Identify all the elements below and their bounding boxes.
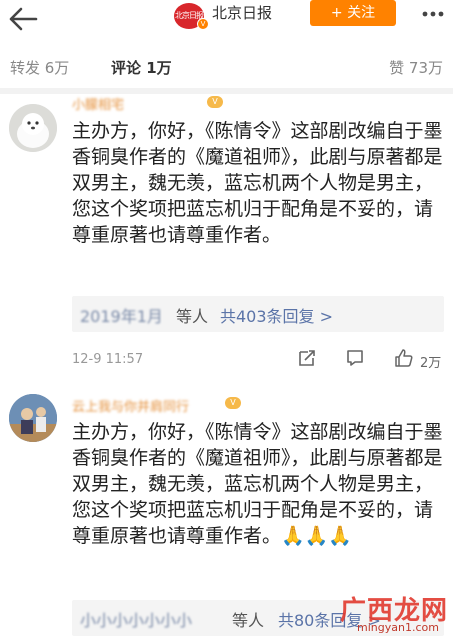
reply-count-link[interactable]: 共403条回复 > [220, 303, 333, 327]
comment-item: 小朦相宅 V 主办方，你好，《陈情令》这部剧改编自于墨香铜臭作者的《魔道祖师》，… [0, 94, 453, 374]
like-count: 2万 [420, 356, 442, 371]
reply-user-names[interactable]: 小小小小小小小 [80, 607, 192, 631]
more-dots-icon [422, 11, 444, 17]
tab-like[interactable]: 赞 73万 [389, 57, 443, 78]
tab-comment[interactable]: 评论 1万 [111, 57, 172, 78]
tab-repost[interactable]: 转发 6万 [10, 57, 69, 78]
comment-tabs: 转发 6万 评论 1万 赞 73万 [0, 44, 453, 89]
reply-user-names[interactable]: 2019年1月 [80, 303, 163, 327]
reply-suffix: 等人 [232, 611, 265, 630]
comment-text: 主办方，你好，《陈情令》这部剧改编自于墨香铜臭作者的《魔道祖师》，此剧与原著都是… [72, 421, 443, 547]
share-icon[interactable] [297, 348, 317, 368]
medal-badge-icon: V [207, 96, 223, 108]
more-button[interactable] [416, 0, 450, 30]
comment-username[interactable]: 云上我与你并肩同行 [72, 396, 189, 415]
medal-badge-icon: V [225, 397, 241, 409]
reply-preview[interactable]: 2019年1月 等人 共403条回复 > [72, 296, 444, 332]
back-button[interactable] [6, 4, 40, 34]
avatar[interactable] [9, 104, 57, 152]
reply-suffix: 等人 [176, 307, 209, 326]
follow-button[interactable]: + 关注 [310, 0, 396, 26]
watermark-url: mingyan1.com [357, 621, 439, 634]
avatar[interactable] [9, 394, 57, 442]
dog-avatar-icon [9, 104, 57, 152]
thumbs-up-icon[interactable] [394, 348, 414, 368]
top-bar: 北京日报 V 北京日报 + 关注 [0, 0, 453, 40]
account-name[interactable]: 北京日报 [212, 2, 272, 24]
comment-icon[interactable] [345, 348, 365, 368]
comment-username[interactable]: 小朦相宅 [72, 94, 124, 113]
comment-text: 主办方，你好，《陈情令》这部剧改编自于墨香铜臭作者的《魔道祖师》，此剧与原著都是… [72, 120, 443, 246]
figure-avatar-icon [9, 394, 57, 442]
arrow-left-icon [9, 7, 38, 31]
verified-v-icon: V [197, 18, 209, 30]
comment-time: 12-9 11:57 [72, 352, 144, 367]
